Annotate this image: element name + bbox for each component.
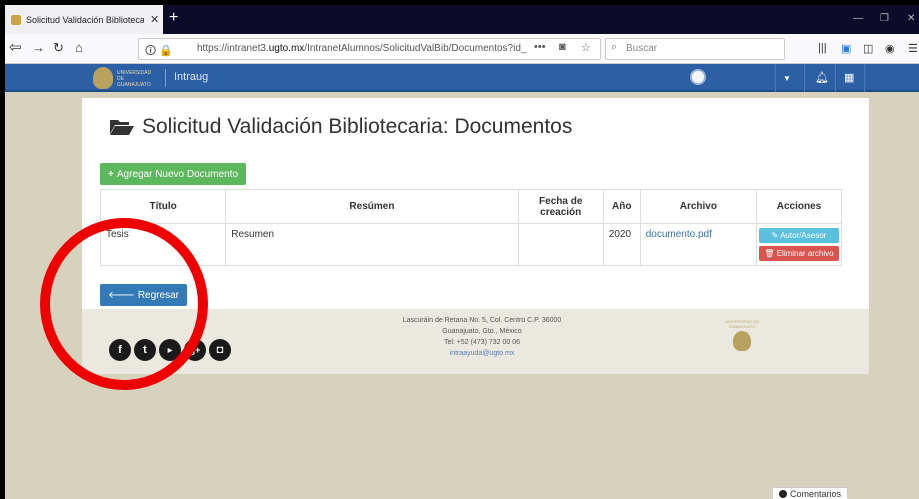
bell-icon[interactable]: 🔔︎ [815,71,829,84]
pocket-icon[interactable]: ◙ [559,41,566,53]
url-bar[interactable]: 🛈 🔒 https://intranet3.ugto.mx/IntranetAl… [138,38,601,60]
main-content-card: Solicitud Validación Bibliotecaria: Docu… [82,98,869,309]
footer-address: Lascuráin de Retana No. 5, Col. Centro C… [372,315,592,359]
university-logo-text: UNIVERSIDAD DE GUANAJUATO [117,70,152,88]
cell-fecha [517,223,604,266]
plus-icon: + [108,168,114,180]
header-divider [775,64,776,92]
column-header-titulo: Título [99,189,227,224]
email-link[interactable]: intraayuda@ugto.mx [372,348,592,359]
account-icon[interactable]: ◉ [885,42,895,55]
edit-icon: ✎ [771,231,781,240]
page-title: Solicitud Validación Bibliotecaria: Docu… [110,115,572,139]
favicon-icon [11,14,21,25]
page-actions-icon[interactable]: ••• [534,41,546,53]
address-line: Lascuráin de Retana No. 5, Col. Centro C… [402,317,562,324]
folder-open-icon [110,120,134,135]
new-tab-button[interactable]: + [169,9,178,27]
library-icon[interactable]: ||| [818,42,827,54]
university-seal-icon [93,67,113,89]
add-document-button[interactable]: + Agregar Nuevo Documento [100,163,247,185]
bookmark-star-icon[interactable]: ☆ [581,41,591,54]
facebook-icon[interactable]: f [109,339,131,361]
search-input[interactable]: ⌕ Buscar [605,38,785,60]
app-header: UNIVERSIDAD DE GUANAJUATO Intraug ▼ 🔔︎ ▦ [5,64,919,92]
home-icon[interactable]: ⌂ [75,40,83,55]
instagram-icon[interactable]: ◘ [209,339,231,361]
cell-acciones: ✎ Autor/Asesor 🗑︎ Eliminar archivo [755,223,843,266]
comments-label: Comentarios [790,489,842,499]
back-button-label: Regresar [137,289,179,301]
restore-icon[interactable]: ❐ [880,13,889,24]
column-header-acciones: Acciones [755,189,843,224]
app-name[interactable]: Intraug [174,71,208,83]
trash-icon: 🗑︎ [764,249,777,258]
search-icon: ⌕ [611,41,618,53]
page-title-text: Solicitud Validación Bibliotecaria: Docu… [142,115,573,138]
lock-icon: 🛈 🔒 [145,45,173,57]
reader-view-icon[interactable]: ▣ [841,42,851,55]
column-header-fecha: Fecha de creación [517,189,604,224]
cell-anio: 2020 [602,223,641,266]
phone-line: Tel: +52 (473) 732 00 06 [443,339,521,346]
window-close-icon[interactable]: ✕ [907,13,915,24]
city-line: Guanajuato, Gto., México [442,328,522,335]
cell-resumen: Resumen [225,223,519,266]
twitter-icon[interactable]: t [134,339,156,361]
youtube-icon[interactable]: ▶ [159,339,181,361]
footer-seal-icon [733,331,751,351]
minimize-icon[interactable]: — [853,13,863,24]
autor-asesor-label: Autor/Asesor [780,231,827,240]
table-header-row: Título Resúmen Fecha de creación Año Arc… [99,189,843,224]
tab-bar: Solicitud Validación Bibliotecari ✕ + — … [5,5,919,34]
search-placeholder: Buscar [626,43,658,54]
google-plus-icon[interactable]: g+ [184,339,206,361]
browser-tab[interactable]: Solicitud Validación Bibliotecari ✕ [5,5,163,34]
comments-button[interactable]: Comentarios [772,487,849,499]
apps-grid-icon[interactable]: ▦ [844,71,854,84]
header-divider [864,64,865,92]
table-row: Tesis Resumen 2020 documento.pdf ✎ Autor… [99,223,843,266]
tab-close-icon[interactable]: ✕ [150,13,159,26]
column-header-resumen: Resúmen [225,189,519,224]
avatar[interactable] [690,69,706,85]
navigation-bar: ⇦ → ↻ ⌂ 🛈 🔒 https://intranet3.ugto.mx/In… [5,34,919,64]
footer-logo-text: UNIVERSIDAD DE GUANAJUATO [724,319,759,329]
url-text: https://intranet3.ugto.mx/IntranetAlumno… [197,43,527,54]
delete-file-label: Eliminar archivo [776,249,834,258]
delete-file-button[interactable]: 🗑︎ Eliminar archivo [758,246,839,261]
document-link[interactable]: documento.pdf [646,229,712,240]
header-divider [835,64,836,92]
arrow-left-icon: 🡐 [108,290,135,301]
autor-asesor-button[interactable]: ✎ Autor/Asesor [758,228,839,243]
browser-window: Solicitud Validación Bibliotecari ✕ + — … [5,5,919,499]
dropdown-caret-icon[interactable]: ▼ [783,74,791,83]
forward-arrow-icon[interactable]: → [32,40,45,55]
sidebar-icon[interactable]: ◫ [863,42,873,55]
column-header-anio: Año [602,189,641,224]
comment-icon [779,490,787,498]
menu-icon[interactable]: ☰ [908,42,918,55]
column-header-archivo: Archivo [639,189,757,224]
reload-icon[interactable]: ↻ [53,40,64,56]
add-document-label: Agregar Nuevo Documento [116,168,239,180]
cell-archivo: documento.pdf [639,223,757,266]
cell-titulo: Tesis [99,223,227,266]
back-button[interactable]: 🡐 Regresar [100,284,187,306]
logo-divider [165,69,166,87]
tab-title: Solicitud Validación Bibliotecari [26,14,144,25]
documents-table: Título Resúmen Fecha de creación Año Arc… [99,189,843,266]
header-divider [804,64,805,92]
back-arrow-icon[interactable]: ⇦ [9,38,22,56]
page-footer: f t ▶ g+ ◘ Lascuráin de Retana No. 5, Co… [82,309,869,374]
